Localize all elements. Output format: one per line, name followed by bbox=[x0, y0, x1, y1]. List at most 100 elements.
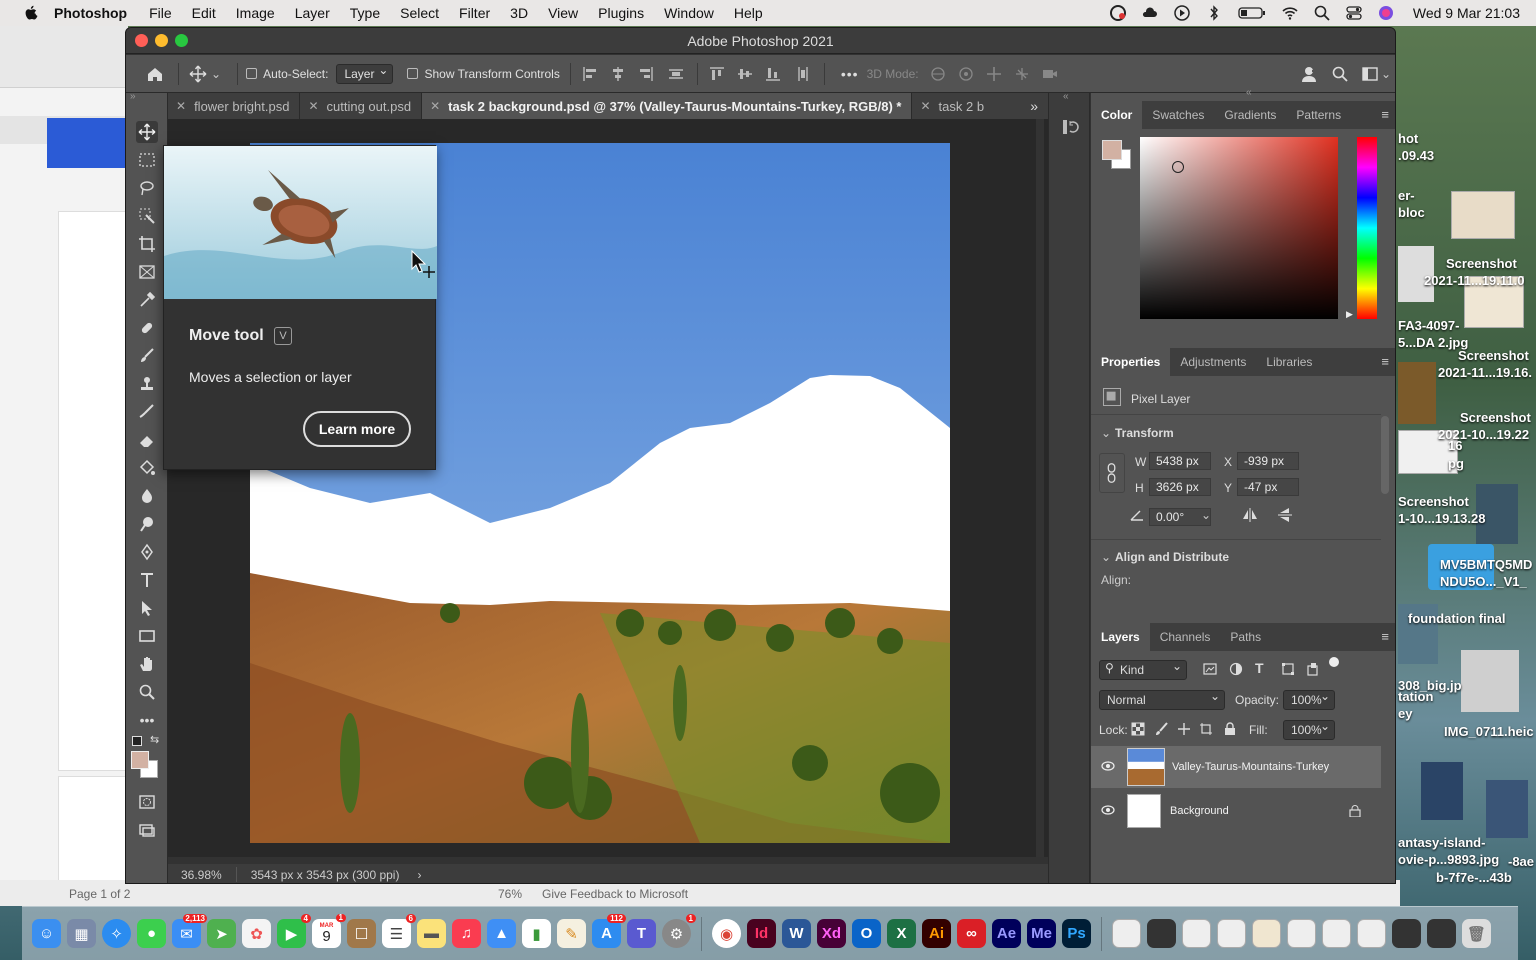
align-right-icon[interactable] bbox=[635, 63, 657, 85]
tab-swatches[interactable]: Swatches bbox=[1142, 101, 1214, 129]
object-selection-tool-icon[interactable] bbox=[136, 205, 158, 227]
contacts-icon[interactable]: ☐ bbox=[347, 919, 376, 948]
media-encoder-icon[interactable]: Me bbox=[1027, 919, 1056, 948]
width-field[interactable]: 5438 px bbox=[1149, 452, 1211, 470]
status-menu-chevron-icon[interactable]: › bbox=[417, 868, 421, 882]
tab-layers[interactable]: Layers bbox=[1091, 623, 1150, 651]
play-icon[interactable] bbox=[1173, 4, 1191, 22]
word-zoom[interactable]: 76% bbox=[498, 887, 522, 901]
indesign-icon[interactable]: Id bbox=[747, 919, 776, 948]
desktop-label[interactable]: er- bbox=[1398, 188, 1415, 203]
teams-icon[interactable]: T bbox=[627, 919, 656, 948]
recent-document-icon[interactable] bbox=[1392, 919, 1421, 948]
menu-3d[interactable]: 3D bbox=[510, 5, 528, 21]
path-selection-tool-icon[interactable] bbox=[136, 597, 158, 619]
recent-document-icon[interactable] bbox=[1357, 919, 1386, 948]
workspace-icon[interactable] bbox=[1359, 63, 1381, 85]
tab-libraries[interactable]: Libraries bbox=[1256, 348, 1322, 376]
desktop-label[interactable]: antasy-island- bbox=[1398, 835, 1485, 850]
expand-panels-icon[interactable]: « bbox=[1063, 91, 1069, 102]
tab-task-2-b[interactable]: ✕ task 2 b bbox=[912, 93, 994, 119]
recent-document-icon[interactable] bbox=[1182, 919, 1211, 948]
auto-select-checkbox[interactable] bbox=[246, 68, 258, 79]
lock-image-pixels-icon[interactable] bbox=[1155, 722, 1169, 736]
move-tool-preset-icon[interactable] bbox=[187, 63, 209, 85]
finder-icon[interactable]: ☺ bbox=[32, 919, 61, 948]
menu-image[interactable]: Image bbox=[236, 5, 275, 21]
close-tab-icon[interactable]: ✕ bbox=[430, 99, 440, 113]
hand-tool-icon[interactable] bbox=[136, 653, 158, 675]
tab-task-2-background[interactable]: ✕ task 2 background.psd @ 37% (Valley-Tau… bbox=[422, 93, 913, 119]
desktop-thumbnail[interactable] bbox=[1486, 780, 1528, 838]
healing-brush-tool-icon[interactable] bbox=[136, 317, 158, 339]
align-center-icon[interactable] bbox=[607, 63, 629, 85]
chevron-down-icon[interactable]: ⌄ bbox=[1101, 550, 1111, 564]
clone-stamp-tool-icon[interactable] bbox=[136, 373, 158, 395]
move-tool-icon[interactable] bbox=[136, 121, 158, 143]
desktop-label[interactable]: .09.43 bbox=[1398, 148, 1434, 163]
menu-help[interactable]: Help bbox=[734, 5, 763, 21]
marquee-tool-icon[interactable] bbox=[136, 149, 158, 171]
tab-properties[interactable]: Properties bbox=[1091, 348, 1171, 376]
spotlight-search-icon[interactable] bbox=[1313, 4, 1331, 22]
auto-select-target-dropdown[interactable]: Layer bbox=[336, 63, 394, 84]
align-bottom-icon[interactable] bbox=[762, 63, 784, 85]
history-panel-icon[interactable] bbox=[1061, 117, 1081, 137]
filter-toggle-icon[interactable] bbox=[1329, 657, 1339, 667]
fill-field[interactable]: 100% bbox=[1283, 719, 1335, 740]
recent-document-icon[interactable] bbox=[1147, 919, 1176, 948]
maps-icon[interactable]: ➤ bbox=[207, 919, 236, 948]
3d-slide-icon[interactable] bbox=[1011, 63, 1033, 85]
word-feedback[interactable]: Give Feedback to Microsoft bbox=[542, 887, 688, 901]
desktop-thumbnail[interactable] bbox=[1461, 650, 1519, 712]
safari-icon[interactable]: ✧ bbox=[102, 919, 131, 948]
bluetooth-icon[interactable] bbox=[1205, 4, 1223, 22]
eye-visibility-icon[interactable] bbox=[1101, 804, 1115, 818]
panel-menu-icon[interactable]: ≡ bbox=[1381, 629, 1389, 644]
hue-slider-arrow-icon[interactable]: ▶ bbox=[1346, 309, 1353, 320]
creative-cloud-icon[interactable] bbox=[1109, 4, 1127, 22]
desktop-label[interactable]: ovie-p...9893.jpg bbox=[1398, 852, 1499, 867]
filter-shape-icon[interactable] bbox=[1281, 662, 1295, 676]
mail-icon[interactable]: ✉ 2,113 bbox=[172, 914, 207, 948]
home-icon[interactable] bbox=[144, 63, 166, 85]
menu-plugins[interactable]: Plugins bbox=[598, 5, 644, 21]
align-top-icon[interactable] bbox=[706, 63, 728, 85]
numbers-icon[interactable]: ▮ bbox=[522, 919, 551, 948]
close-tab-icon[interactable]: ✕ bbox=[308, 99, 318, 113]
desktop-thumbnail[interactable] bbox=[1451, 191, 1515, 239]
flip-vertical-icon[interactable] bbox=[1277, 506, 1293, 524]
layer-row-background[interactable]: Background bbox=[1091, 790, 1381, 832]
after-effects-icon[interactable]: Ae bbox=[992, 919, 1021, 948]
recent-document-icon[interactable] bbox=[1287, 919, 1316, 948]
messages-icon[interactable]: ● bbox=[137, 919, 166, 948]
desktop-label[interactable]: pg bbox=[1448, 456, 1464, 471]
align-middle-icon[interactable] bbox=[734, 63, 756, 85]
desktop-label[interactable]: bloc bbox=[1398, 205, 1425, 220]
tab-color[interactable]: Color bbox=[1091, 101, 1143, 129]
hue-slider[interactable] bbox=[1357, 137, 1377, 319]
menu-filter[interactable]: Filter bbox=[459, 5, 490, 21]
word-page-count[interactable]: Page 1 of 2 bbox=[69, 887, 130, 901]
recent-document-icon[interactable] bbox=[1112, 919, 1141, 948]
align-distribute-title[interactable]: Align and Distribute bbox=[1115, 550, 1229, 564]
tab-patterns[interactable]: Patterns bbox=[1286, 101, 1351, 129]
recent-document-icon[interactable] bbox=[1427, 919, 1456, 948]
desktop-label[interactable]: Screenshot bbox=[1398, 494, 1469, 509]
desktop-label[interactable]: MV5BMTQ5MD bbox=[1440, 557, 1532, 572]
filter-type-icon[interactable]: T bbox=[1255, 660, 1264, 676]
paint-bucket-tool-icon[interactable] bbox=[136, 457, 158, 479]
outlook-icon[interactable]: O bbox=[852, 919, 881, 948]
desktop-label[interactable]: Screenshot bbox=[1458, 348, 1529, 363]
desktop-label[interactable]: Screenshot bbox=[1446, 256, 1517, 271]
desktop-label[interactable]: IMG_0711.heic bbox=[1444, 724, 1534, 739]
panel-menu-icon[interactable]: ≡ bbox=[1381, 354, 1389, 369]
3d-orbit-icon[interactable] bbox=[927, 63, 949, 85]
layer-name[interactable]: Background bbox=[1170, 805, 1229, 817]
more-tabs-icon[interactable]: » bbox=[1030, 98, 1038, 114]
swap-colors-icon[interactable]: ⇆ bbox=[150, 733, 159, 746]
creative-cloud-app-icon[interactable]: ∞ bbox=[957, 919, 986, 948]
layer-name[interactable]: Valley-Taurus-Mountains-Turkey bbox=[1172, 761, 1329, 773]
minimize-window-button[interactable] bbox=[155, 34, 168, 47]
close-tab-icon[interactable]: ✕ bbox=[920, 99, 930, 113]
